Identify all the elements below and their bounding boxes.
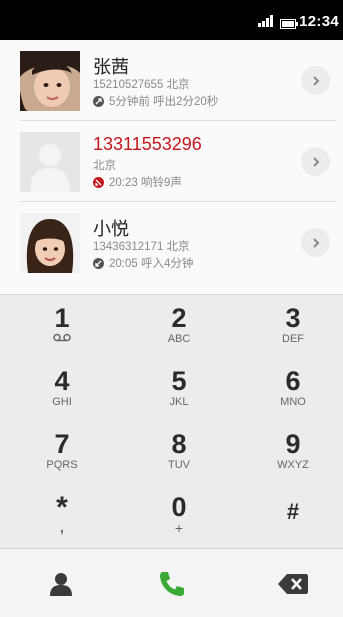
clock: 12:34: [299, 13, 339, 30]
contact-detail: 北京: [93, 160, 116, 172]
key-8[interactable]: 8 TUV: [122, 421, 236, 483]
key-9[interactable]: 9 WXYZ: [236, 421, 343, 483]
key-7[interactable]: 7 PQRS: [5, 421, 119, 483]
missed-call-icon: [93, 176, 104, 188]
details-button[interactable]: [301, 66, 330, 95]
backspace-icon: [278, 574, 308, 594]
call-log-item[interactable]: 张茜 15210527655 北京 5分钟前 呼出2分20秒: [0, 40, 343, 121]
status-bar: 12:34: [0, 0, 343, 40]
key-pound[interactable]: #: [236, 484, 343, 546]
outgoing-call-icon: [93, 95, 104, 107]
key-6[interactable]: 6 MNO: [236, 358, 343, 420]
action-bar: [0, 548, 343, 617]
contact-name: 13311553296: [93, 134, 202, 154]
key-3[interactable]: 3 DEF: [236, 295, 343, 357]
key-4[interactable]: 4 GHI: [5, 358, 119, 420]
signal-icon: [258, 14, 274, 32]
key-2[interactable]: 2 ABC: [122, 295, 236, 357]
call-info: 20:05 呼入4分钟: [109, 258, 194, 270]
contact-photo: [20, 51, 80, 111]
incoming-call-icon: [93, 257, 104, 269]
backspace-button[interactable]: [276, 567, 310, 601]
details-button[interactable]: [301, 147, 330, 176]
dial-keypad: 1 2 ABC 3 DEF 4 GHI 5 JKL 6 MNO 7 PQRS 8…: [0, 294, 343, 548]
contact-detail: 15210527655 北京: [93, 79, 190, 91]
call-log-item[interactable]: 13311553296 北京 20:23 响铃9声: [0, 121, 343, 202]
chevron-right-icon: [312, 75, 319, 86]
contact-photo: [20, 213, 80, 273]
key-star[interactable]: * ,: [5, 484, 119, 546]
call-icon: [160, 572, 184, 596]
details-button[interactable]: [301, 228, 330, 257]
chevron-right-icon: [312, 156, 319, 167]
call-log-item[interactable]: 小悦 13436312171 北京 20:05 呼入4分钟: [0, 202, 343, 283]
call-log: 张茜 15210527655 北京 5分钟前 呼出2分20秒 133115532…: [0, 40, 343, 294]
key-1[interactable]: 1: [5, 295, 119, 357]
contacts-icon: [50, 573, 72, 596]
default-contact-photo: [20, 132, 80, 192]
call-button[interactable]: [155, 567, 189, 601]
call-info: 20:23 响铃9声: [109, 177, 182, 189]
key-0[interactable]: 0 +: [122, 484, 236, 546]
key-5[interactable]: 5 JKL: [122, 358, 236, 420]
contacts-button[interactable]: [44, 567, 78, 601]
chevron-right-icon: [312, 237, 319, 248]
call-info: 5分钟前 呼出2分20秒: [109, 96, 219, 108]
contact-detail: 13436312171 北京: [93, 241, 190, 253]
battery-icon: [280, 16, 298, 34]
voicemail-icon: [5, 333, 119, 346]
